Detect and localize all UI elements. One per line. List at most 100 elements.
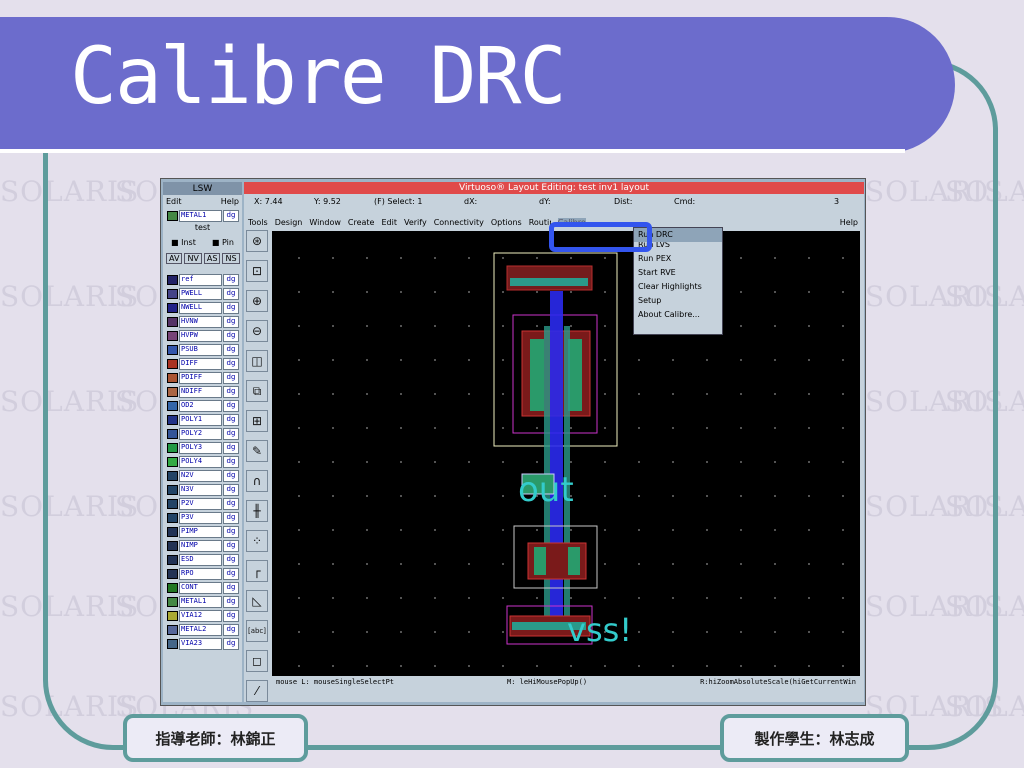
layer-row[interactable]: RPO dg	[167, 567, 239, 580]
path-icon[interactable]: ┌	[246, 560, 268, 582]
instance-icon[interactable]: ⁄	[246, 680, 268, 702]
layer-row[interactable]: HVNW dg	[167, 315, 239, 328]
pin-toggle[interactable]: ■ Pin	[212, 238, 234, 250]
layer-row[interactable]: POLY2 dg	[167, 427, 239, 440]
select-readout: (F) Select: 1	[374, 197, 464, 206]
menu-routing[interactable]: Routing	[529, 218, 551, 227]
fit-view-icon[interactable]: ⊡	[246, 260, 268, 282]
menu-help[interactable]: Help	[840, 218, 864, 227]
menu-create[interactable]: Create	[348, 218, 375, 227]
layer-swatch	[167, 302, 178, 313]
layer-purpose: dg	[223, 609, 239, 622]
layer-name: METAL1	[179, 595, 222, 608]
menu-edit[interactable]: Edit	[381, 218, 397, 227]
layer-swatch	[167, 512, 178, 523]
layer-swatch	[167, 372, 178, 383]
menu-about-calibre[interactable]: About Calibre...	[634, 308, 722, 322]
undo-icon[interactable]: ∩	[246, 470, 268, 492]
layer-row[interactable]: VIA23 dg	[167, 637, 239, 650]
layer-row[interactable]: VIA12 dg	[167, 609, 239, 622]
lsw-menu-edit[interactable]: Edit	[166, 197, 182, 206]
layer-swatch	[167, 288, 178, 299]
layer-name: POLY4	[179, 455, 222, 468]
menu-run-pex[interactable]: Run PEX	[634, 252, 722, 266]
delete-icon[interactable]: ✎	[246, 440, 268, 462]
layer-row[interactable]: HVPW dg	[167, 329, 239, 342]
label-icon[interactable]: [abc]	[246, 620, 268, 642]
layer-swatch	[167, 526, 178, 537]
menu-tools[interactable]: Tools	[248, 218, 268, 227]
pmos-contact-left	[530, 339, 544, 411]
move-icon[interactable]: ⊞	[246, 410, 268, 432]
layer-purpose: dg	[223, 385, 239, 398]
layer-name: RPO	[179, 567, 222, 580]
layer-row[interactable]: P3V dg	[167, 511, 239, 524]
layer-name: CONT	[179, 581, 222, 594]
layer-purpose: dg	[223, 455, 239, 468]
layer-row[interactable]: DIFF dg	[167, 357, 239, 370]
layer-swatch	[167, 386, 178, 397]
layer-row[interactable]: NDIFF dg	[167, 385, 239, 398]
save-icon[interactable]: ⊛	[246, 230, 268, 252]
layer-name: N3V	[179, 483, 222, 496]
layer-row[interactable]: OD2 dg	[167, 399, 239, 412]
properties-icon[interactable]: ⁘	[246, 530, 268, 552]
menu-verify[interactable]: Verify	[404, 218, 427, 227]
menu-start-rve[interactable]: Start RVE	[634, 266, 722, 280]
menu-window[interactable]: Window	[309, 218, 341, 227]
layer-row[interactable]: METAL1 dg	[167, 595, 239, 608]
layer-row[interactable]: PIMP dg	[167, 525, 239, 538]
zoom-out-icon[interactable]: ⊖	[246, 320, 268, 342]
menu-clear-highlights[interactable]: Clear Highlights	[634, 280, 722, 294]
advisor-box: 指導老師：林錦正	[123, 714, 308, 762]
layer-purpose: dg	[223, 595, 239, 608]
layer-row[interactable]: POLY3 dg	[167, 441, 239, 454]
layer-row[interactable]: N3V dg	[167, 483, 239, 496]
layer-row[interactable]: ESD dg	[167, 553, 239, 566]
layer-row[interactable]: PWELL dg	[167, 287, 239, 300]
ruler-icon[interactable]: ╫	[246, 500, 268, 522]
layer-row[interactable]: POLY1 dg	[167, 413, 239, 426]
layer-name: PDIFF	[179, 371, 222, 384]
layer-row[interactable]: PDIFF dg	[167, 371, 239, 384]
layer-row[interactable]: ref dg	[167, 273, 239, 286]
current-layer[interactable]: METAL1 dg	[167, 209, 239, 222]
layer-row[interactable]: POLY4 dg	[167, 455, 239, 468]
layer-row[interactable]: PSUB dg	[167, 343, 239, 356]
layout-canvas[interactable]: out vss!	[272, 231, 860, 676]
student-box: 製作學生：林志成	[720, 714, 909, 762]
menu-connectivity[interactable]: Connectivity	[434, 218, 484, 227]
layer-name: POLY3	[179, 441, 222, 454]
menu-options[interactable]: Options	[491, 218, 522, 227]
inst-toggle[interactable]: ■ Inst	[171, 238, 196, 250]
layer-row[interactable]: NWELL dg	[167, 301, 239, 314]
layer-swatch	[167, 638, 178, 649]
copy-icon[interactable]: ⧉	[246, 380, 268, 402]
as-button[interactable]: AS	[203, 253, 221, 264]
layer-name: DIFF	[179, 357, 222, 370]
layer-row[interactable]: CONT dg	[167, 581, 239, 594]
layer-row[interactable]: N2V dg	[167, 469, 239, 482]
layer-row[interactable]: P2V dg	[167, 497, 239, 510]
zoom-in-icon[interactable]: ⊕	[246, 290, 268, 312]
ns-button[interactable]: NS	[222, 253, 240, 264]
layer-row[interactable]: NIMP dg	[167, 539, 239, 552]
lsw-library: test	[194, 223, 211, 232]
nv-button[interactable]: NV	[184, 253, 202, 264]
vdd-metal	[510, 278, 588, 286]
layer-name: ESD	[179, 553, 222, 566]
layer-swatch	[167, 582, 178, 593]
pmos-contact-right	[568, 339, 582, 411]
lsw-menu-help[interactable]: Help	[221, 197, 239, 206]
status-bar: mouse L: mouseSingleSelectPt M: leHiMous…	[272, 678, 860, 690]
stretch-icon[interactable]: ◫	[246, 350, 268, 372]
menu-setup[interactable]: Setup	[634, 294, 722, 308]
menu-design[interactable]: Design	[275, 218, 303, 227]
polygon-icon[interactable]: ◺	[246, 590, 268, 612]
layer-list: ref dg PWELL dg NWELL dg HVNW dg HVPW dg PSUB dg DIF…	[163, 273, 242, 650]
av-button[interactable]: AV	[166, 253, 183, 264]
layer-row[interactable]: METAL2 dg	[167, 623, 239, 636]
layer-purpose: dg	[223, 567, 239, 580]
rectangle-icon[interactable]: ◻	[246, 650, 268, 672]
layer-swatch	[167, 470, 178, 481]
